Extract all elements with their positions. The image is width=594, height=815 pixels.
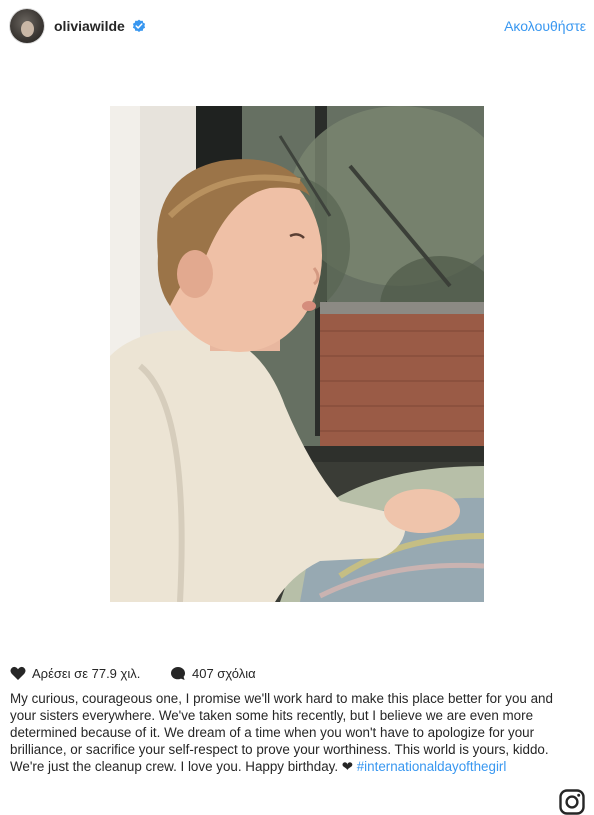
baby-photo-illustration (110, 106, 484, 602)
likes-stat[interactable]: Αρέσει σε 77.9 χιλ. (10, 666, 140, 681)
comments-stat[interactable]: 407 σχόλια (170, 666, 256, 681)
hashtag-link[interactable]: #internationaldayofthegirl (357, 759, 507, 774)
instagram-logo-icon[interactable] (559, 789, 585, 815)
post-photo (110, 106, 484, 602)
follow-button[interactable]: Ακολουθήστε (504, 18, 586, 34)
post-caption: My curious, courageous one, I promise we… (10, 690, 562, 775)
comment-icon[interactable] (170, 666, 186, 681)
verified-badge-icon (132, 19, 146, 32)
post-header: oliviawilde Ακολουθήστε (0, 0, 594, 56)
comments-count: 407 σχόλια (192, 666, 256, 681)
heart-icon[interactable] (10, 666, 26, 681)
avatar[interactable] (10, 9, 44, 43)
post-stats: Αρέσει σε 77.9 χιλ. 407 σχόλια (10, 666, 570, 684)
likes-count: Αρέσει σε 77.9 χιλ. (32, 666, 141, 681)
username[interactable]: oliviawilde (54, 18, 125, 34)
